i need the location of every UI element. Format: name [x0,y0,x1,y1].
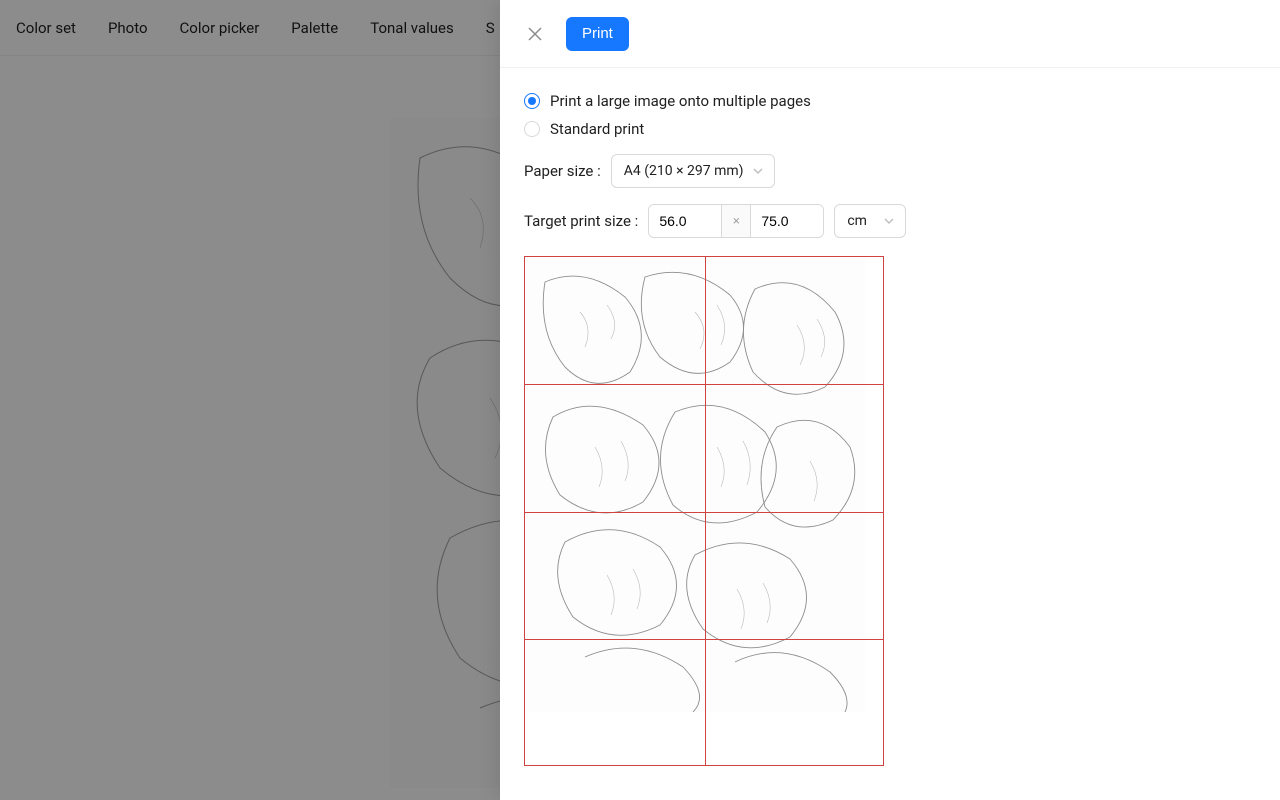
radio-standard[interactable]: Standard print [524,120,1256,138]
radio-icon [524,121,540,137]
chevron-down-icon [883,215,895,227]
times-separator: × [721,205,751,237]
target-size-row: Target print size : × cm [524,204,1256,238]
radio-multipage[interactable]: Print a large image onto multiple pages [524,92,1256,110]
radio-multipage-label: Print a large image onto multiple pages [550,92,811,110]
drawer-header: Print [500,0,1280,68]
drawer-body: Print a large image onto multiple pages … [500,68,1280,790]
width-input[interactable] [649,205,721,237]
paper-size-value: A4 (210 × 297 mm) [624,163,744,179]
grid-line [525,639,883,640]
close-icon[interactable] [524,23,546,45]
grid-line [705,257,706,765]
target-size-group: × [648,204,824,238]
print-preview-image [525,257,865,712]
height-input[interactable] [751,205,823,237]
target-size-label: Target print size : [524,212,638,230]
grid-line [525,384,883,385]
radio-icon [524,93,540,109]
unit-value: cm [847,213,867,229]
paper-size-select[interactable]: A4 (210 × 297 mm) [611,154,775,188]
radio-standard-label: Standard print [550,120,644,138]
paper-size-row: Paper size : A4 (210 × 297 mm) [524,154,1256,188]
grid-line [525,512,883,513]
print-preview [524,256,884,766]
print-button[interactable]: Print [566,17,629,51]
chevron-down-icon [752,165,764,177]
paper-size-label: Paper size : [524,162,601,180]
unit-select[interactable]: cm [834,204,906,238]
print-drawer: Print Print a large image onto multiple … [500,0,1280,800]
